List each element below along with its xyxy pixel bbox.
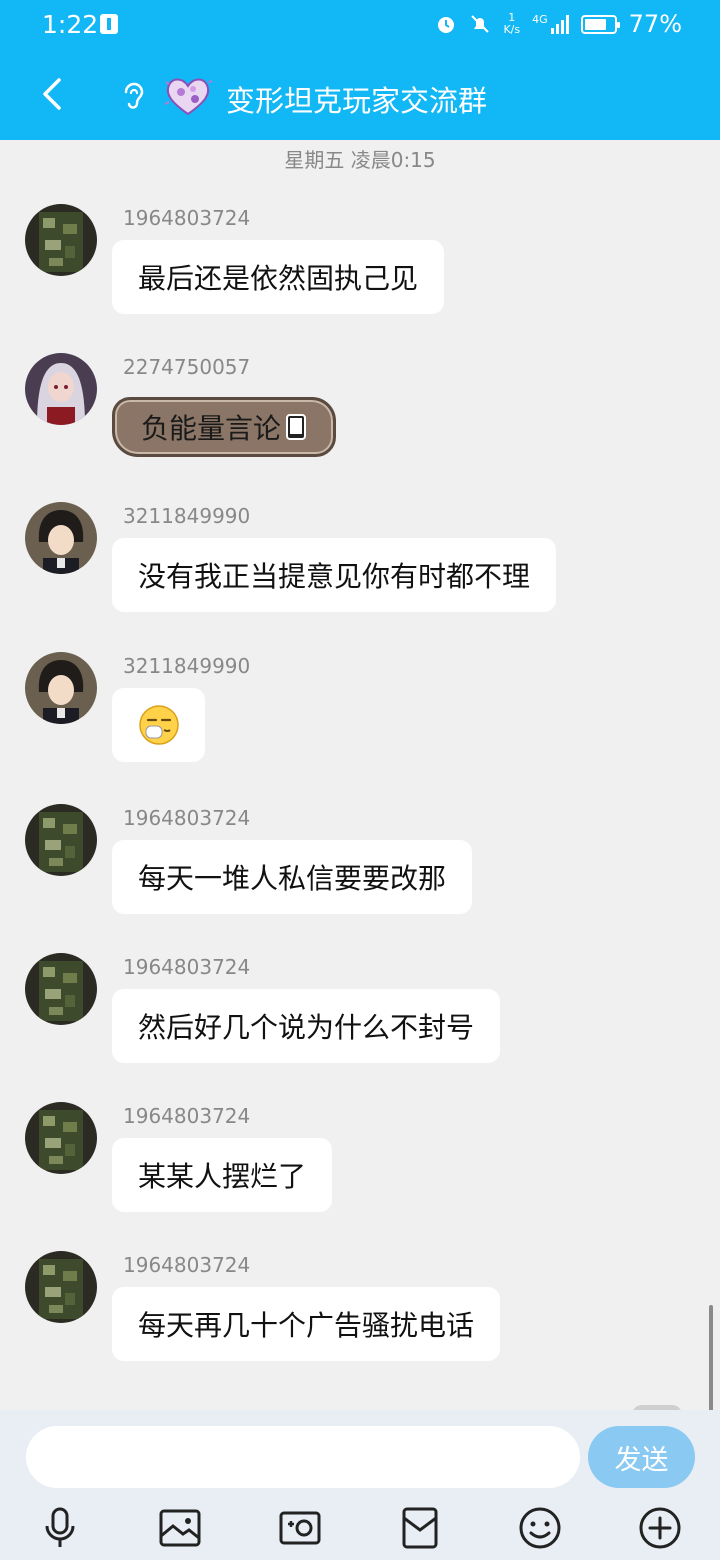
message-bubble[interactable]: 每天一堆人私信要要改那 [112, 840, 473, 914]
image-button[interactable] [156, 1504, 204, 1552]
status-time: 1:22 [42, 10, 99, 39]
anime-boy-avatar[interactable] [25, 652, 97, 724]
message-bubble[interactable]: 然后好几个说为什么不封号 [112, 989, 501, 1063]
message-bubble[interactable] [112, 688, 205, 762]
mask-face-emoji-icon [138, 705, 179, 745]
camo-avatar[interactable] [25, 804, 97, 876]
heart-badge-icon [164, 78, 213, 116]
sender-id[interactable]: 3211849990 [123, 504, 250, 528]
chat-scrollbar[interactable] [709, 1305, 713, 1410]
sender-id[interactable]: 3211849990 [123, 654, 250, 678]
message-bubble[interactable]: 没有我正当提意见你有时都不理 [112, 538, 557, 612]
chat-messages[interactable]: 星期五 凌晨0:15 1964803724 最后还是依然固执己见 2274750… [0, 140, 720, 1410]
back-arrow-icon [43, 78, 61, 110]
sender-id[interactable]: 1964803724 [123, 955, 250, 979]
battery-icon [580, 14, 620, 34]
message-text: 负能量言论 [141, 412, 282, 445]
camo-avatar[interactable] [25, 204, 97, 276]
camera-icon [279, 1511, 321, 1545]
mute-bell-icon [471, 15, 490, 33]
sender-id[interactable]: 2274750057 [123, 355, 250, 379]
status-icons: 1 K/s 4G 77% [435, 10, 682, 38]
upload-notification-icon [100, 14, 118, 34]
camo-avatar[interactable] [25, 1251, 97, 1323]
camo-avatar[interactable] [25, 1102, 97, 1174]
sender-id[interactable]: 1964803724 [123, 206, 250, 230]
emoji-button[interactable] [516, 1504, 564, 1552]
camo-avatar[interactable] [25, 953, 97, 1025]
cell-signal: 4G [532, 14, 569, 34]
ear-icon[interactable] [118, 80, 148, 112]
envelope-icon [402, 1507, 438, 1549]
red-packet-button[interactable] [396, 1504, 444, 1552]
anime-boy-avatar[interactable] [25, 502, 97, 574]
status-bar: 1:22 1 K/s 4G 77% [0, 0, 720, 52]
composer: 发送 [0, 1410, 720, 1560]
time-divider: 星期五 凌晨0:15 [284, 148, 436, 172]
more-button[interactable] [636, 1504, 684, 1552]
sender-id[interactable]: 1964803724 [123, 1104, 250, 1128]
plus-icon [639, 1507, 681, 1549]
send-button[interactable]: 发送 [588, 1426, 695, 1488]
message-bubble[interactable]: 负能量言论 [112, 397, 337, 457]
sender-id[interactable]: 1964803724 [123, 806, 250, 830]
phone-sticker-icon [286, 414, 307, 440]
anime-girl-avatar[interactable] [25, 353, 97, 425]
back-button[interactable] [30, 72, 74, 116]
net-speed: 1 K/s [503, 11, 521, 36]
app-header: 1:22 1 K/s 4G 77% 变形坦克玩家交流群 [0, 0, 720, 140]
message-input[interactable] [26, 1426, 580, 1488]
emoji-icon [519, 1507, 561, 1549]
image-icon [159, 1509, 201, 1547]
battery-level [584, 18, 607, 30]
input-toolbar [0, 1498, 720, 1560]
message-bubble[interactable]: 最后还是依然固执己见 [112, 240, 445, 314]
microphone-icon [45, 1507, 75, 1547]
sender-id[interactable]: 1964803724 [123, 1253, 250, 1277]
message-bubble[interactable]: 每天再几十个广告骚扰电话 [112, 1287, 501, 1361]
battery-percent: 77% [628, 10, 682, 38]
message-bubble[interactable]: 某某人摆烂了 [112, 1138, 333, 1212]
alarm-icon [438, 17, 455, 33]
page-title[interactable]: 变形坦克玩家交流群 [226, 78, 487, 120]
nav-bar: 变形坦克玩家交流群 [0, 60, 720, 132]
signal-bars-icon [550, 14, 569, 34]
voice-button[interactable] [36, 1504, 84, 1552]
network-type: 4G [532, 13, 548, 26]
camera-button[interactable] [276, 1504, 324, 1552]
